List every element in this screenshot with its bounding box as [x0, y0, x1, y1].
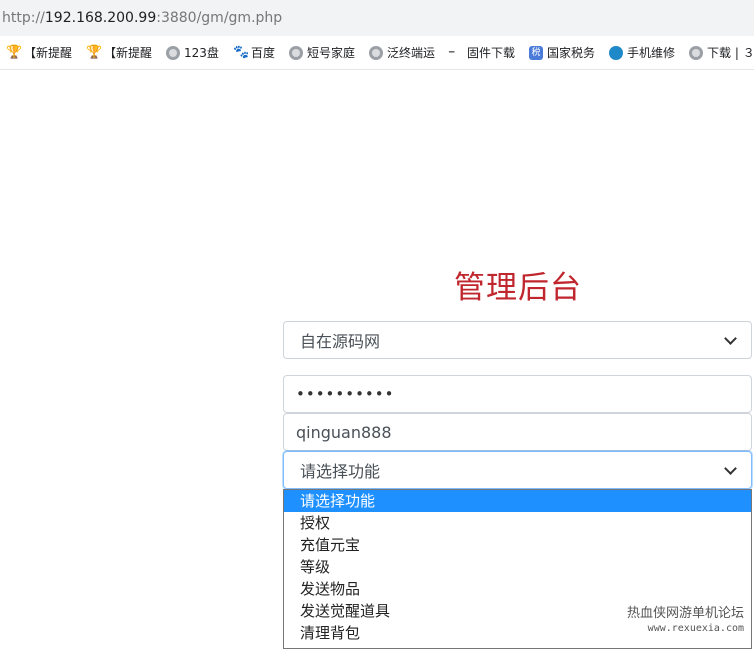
globe-icon — [368, 45, 383, 60]
baidu-paw-icon: 🐾 — [232, 44, 250, 60]
address-bar[interactable]: http://192.168.200.99:3880/gm/gm.php — [0, 0, 754, 36]
phone-repair-icon — [609, 45, 624, 60]
bookmark-item[interactable]: ━ 固件下载 — [449, 44, 515, 61]
trophy-icon: 🏆 — [86, 44, 103, 60]
server-select[interactable]: 自在源码网 — [283, 321, 752, 359]
bookmark-label: 泛终端运 — [386, 46, 435, 60]
bookmark-label: 手机维修 — [627, 46, 676, 60]
firmware-icon: ━ — [448, 47, 455, 58]
globe-icon — [166, 45, 181, 60]
server-select-value: 自在源码网 — [300, 332, 381, 351]
dropdown-option[interactable]: 请选择功能 — [284, 490, 751, 512]
password-field[interactable]: •••••••••• — [283, 375, 752, 413]
bookmark-label: 固件下载 — [466, 46, 515, 60]
globe-icon — [689, 45, 704, 60]
bookmark-item[interactable]: 123盘 — [166, 44, 219, 61]
bookmark-item[interactable]: 🏆 【新提醒 — [86, 44, 152, 61]
bookmarks-bar: 🏆 【新提醒 🏆 【新提醒 123盘 🐾 百度 短号家庭 泛终端运 ━ 固件下载… — [0, 36, 754, 70]
dropdown-option[interactable]: 充值元宝 — [284, 534, 751, 556]
bookmark-item[interactable]: 手机维修 — [609, 44, 675, 61]
bookmark-label: 下载 | ３ — [707, 46, 754, 60]
tax-icon: 税 — [529, 45, 543, 60]
trophy-icon: 🏆 — [6, 44, 23, 60]
dropdown-option[interactable]: 授权 — [284, 512, 751, 534]
url-scheme: http:// — [2, 10, 45, 26]
bookmark-label: 短号家庭 — [306, 46, 355, 60]
watermark: 热血侠网游单机论坛 www.rexuexia.com — [627, 606, 744, 636]
watermark-url: www.rexuexia.com — [647, 623, 744, 634]
dropdown-option[interactable]: 发送物品 — [284, 578, 751, 600]
account-value: qinguan888 — [296, 422, 392, 442]
function-select[interactable]: 请选择功能 — [283, 451, 752, 489]
bookmark-label: 【新提醒 — [104, 46, 153, 60]
bookmark-label: 123盘 — [184, 46, 219, 60]
url-host: 192.168.200.99 — [44, 10, 157, 26]
function-select-value: 请选择功能 — [300, 462, 381, 481]
bookmark-label: 【新提醒 — [24, 46, 73, 60]
dropdown-option[interactable]: 等级 — [284, 556, 751, 578]
bookmark-item[interactable]: 🐾 百度 — [233, 44, 275, 61]
chevron-down-icon — [724, 461, 737, 475]
account-field[interactable]: qinguan888 — [283, 413, 752, 451]
bookmark-item[interactable]: 下载 | ３ — [689, 44, 754, 61]
bookmark-item[interactable]: 税 国家税务 — [529, 44, 595, 61]
url-path: :3880/gm/gm.php — [156, 10, 283, 26]
bookmark-item[interactable]: 短号家庭 — [288, 44, 355, 61]
bookmark-label: 国家税务 — [547, 46, 596, 60]
bookmark-item[interactable]: 泛终端运 — [368, 44, 435, 61]
watermark-title: 热血侠网游单机论坛 — [626, 606, 744, 621]
chevron-down-icon — [724, 331, 737, 345]
bookmark-item[interactable]: 🏆 【新提醒 — [6, 44, 72, 61]
bookmark-label: 百度 — [250, 46, 275, 60]
page-title: 管理后台 — [454, 270, 582, 306]
password-value: •••••••••• — [296, 385, 395, 403]
globe-icon — [288, 45, 303, 60]
